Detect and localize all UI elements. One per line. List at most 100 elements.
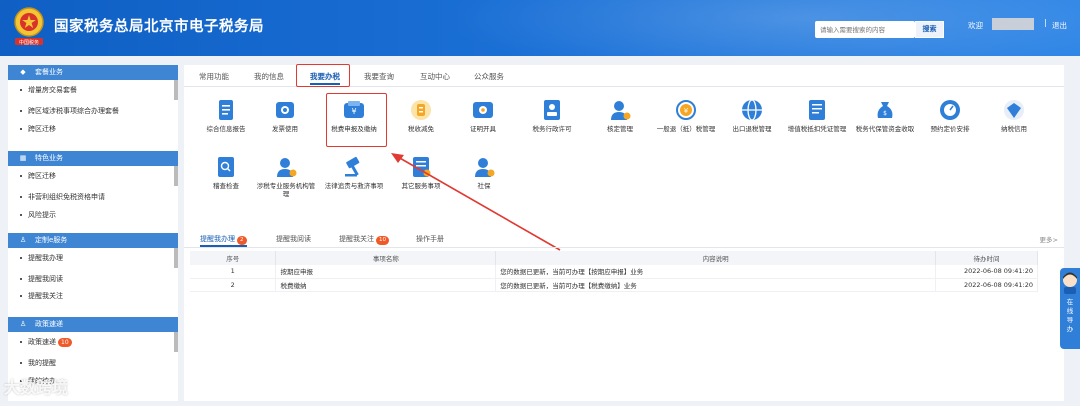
tile-certificate[interactable]: 证明开具 xyxy=(453,98,513,133)
sidebar-item[interactable]: 增量房交易套餐 xyxy=(8,80,178,101)
left-sidebar: ◆ 套餐业务 增量房交易套餐 跨区域涉税事项综合办理套餐 跨区迁移 ▦ 特色业务 跨… xyxy=(8,65,178,401)
tile-audit-inspection[interactable]: 稽查检查 xyxy=(196,155,256,190)
sidebar-scrollbar[interactable] xyxy=(174,332,178,352)
search-button[interactable]: 搜索 xyxy=(915,21,944,38)
table-cell: 2 xyxy=(190,278,277,292)
more-link[interactable]: 更多> xyxy=(1040,234,1058,244)
tile-administrative-license[interactable]: 税务行政许可 xyxy=(522,98,582,133)
table-row[interactable]: 2 税费缴纳 您的数据已更新，当前可办理【税费缴纳】业务 2022-06-08 … xyxy=(190,278,1038,292)
tile-label: 法律追责与救济事项 xyxy=(324,182,384,190)
money-bag-icon: $ xyxy=(872,98,898,122)
count-badge: 10 xyxy=(376,236,389,245)
sidebar-section-header[interactable]: ♙ 定制e服务 xyxy=(8,233,178,248)
sidebar-item-label: 风险提示 xyxy=(28,211,56,219)
tab-remind-read[interactable]: 提醒我阅读 xyxy=(276,233,311,247)
tab-interaction[interactable]: 互动中心 xyxy=(420,69,450,85)
site-title: 国家税务总局北京市电子税务局 xyxy=(54,19,264,35)
tile-label: 证明开具 xyxy=(470,125,496,133)
tab-my-info[interactable]: 我的信息 xyxy=(254,69,284,85)
table-cell[interactable]: 税费缴纳 xyxy=(275,278,497,292)
top-header: 中国税务 国家税务总局北京市电子税务局 搜索 欢迎 | 退出 xyxy=(0,0,1080,56)
tile-highlight-box xyxy=(326,93,387,147)
package-icon: ◆ xyxy=(20,68,26,76)
search-input[interactable] xyxy=(815,21,915,38)
logout-link[interactable]: 退出 xyxy=(1052,20,1067,31)
tile-label: 综合信息报告 xyxy=(206,125,246,133)
tile-social-security[interactable]: 社保 xyxy=(454,155,514,190)
tile-tax-reduction[interactable]: 税收减免 xyxy=(391,98,451,133)
sidebar-scrollbar[interactable] xyxy=(174,166,178,186)
table-cell[interactable]: 按期应申报 xyxy=(275,265,497,279)
section-title: 特色业务 xyxy=(35,154,63,162)
table-cell: 2022-06-08 09:41:20 xyxy=(935,278,1038,292)
tile-verification[interactable]: 核定管理 xyxy=(590,98,650,133)
tile-label: 一般退（抵）税管理 xyxy=(656,125,716,133)
tab-remind-handle[interactable]: 提醒我办理 2 xyxy=(200,233,247,247)
sidebar-item[interactable]: 提醒我办理 xyxy=(8,248,178,269)
credit-icon xyxy=(1001,98,1027,122)
tax-reduction-icon xyxy=(408,98,434,122)
header-separator: | xyxy=(1044,18,1047,27)
refund-icon: ¥ xyxy=(673,98,699,122)
voucher-icon xyxy=(804,98,830,122)
section-title: 定制e服务 xyxy=(35,236,68,244)
tab-manual[interactable]: 操作手册 xyxy=(416,233,444,247)
tax-emblem-logo: 中国税务 xyxy=(12,6,46,46)
sidebar-item[interactable]: 我的提醒 xyxy=(8,353,178,374)
tile-vat-voucher[interactable]: 增值税抵扣凭证管理 xyxy=(787,98,847,133)
tile-invoice-use[interactable]: 发票使用 xyxy=(255,98,315,133)
verify-icon xyxy=(607,98,633,122)
tile-tax-credit[interactable]: 纳税信用 xyxy=(984,98,1044,133)
tab-label: 提醒我阅读 xyxy=(276,235,311,243)
user-icon: ♙ xyxy=(19,320,27,328)
reminder-tab-bar: 提醒我办理 2 提醒我阅读 提醒我关注 10 操作手册 xyxy=(184,230,1064,248)
other-service-icon xyxy=(408,155,434,179)
tab-common[interactable]: 常用功能 xyxy=(199,69,229,85)
tab-remind-follow[interactable]: 提醒我关注 10 xyxy=(339,233,389,247)
tile-label: 其它服务事项 xyxy=(401,182,441,190)
tab-highlight-box xyxy=(296,64,350,87)
table-cell: 您的数据已更新，当前可办理【按期应申报】业务 xyxy=(495,265,937,279)
tile-comprehensive-report[interactable]: 综合信息报告 xyxy=(196,98,256,133)
sidebar-item-label: 跨区域涉税事项综合办理套餐 xyxy=(28,107,119,115)
sidebar-section-custom-service: ♙ 定制e服务 提醒我办理 提醒我阅读 提醒我关注 xyxy=(8,233,178,303)
sidebar-item[interactable]: 风险提示 xyxy=(8,208,178,222)
tile-legal-remedy[interactable]: 法律追责与救济事项 xyxy=(324,155,384,190)
sidebar-scrollbar[interactable] xyxy=(174,80,178,100)
sidebar-scrollbar[interactable] xyxy=(174,248,178,268)
tile-general-refund[interactable]: ¥ 一般退（抵）税管理 xyxy=(656,98,716,133)
sidebar-section-header[interactable]: ◆ 套餐业务 xyxy=(8,65,178,80)
tile-label: 涉税专业服务机构管理 xyxy=(256,182,316,198)
sidebar-item[interactable]: 跨区域涉税事项综合办理套餐 xyxy=(8,101,178,122)
tile-label: 发票使用 xyxy=(272,125,298,133)
count-badge: 2 xyxy=(237,236,247,245)
tile-other-services[interactable]: 其它服务事项 xyxy=(391,155,451,190)
tile-advance-pricing[interactable]: 预约定价安排 xyxy=(920,98,980,133)
pricing-icon xyxy=(937,98,963,122)
online-help-label: 在线导办 xyxy=(1066,298,1074,333)
table-cell: 2022-06-08 09:41:20 xyxy=(935,265,1038,279)
sidebar-section-special: ▦ 特色业务 跨区迁移 非营利组织免税资格申请 风险提示 xyxy=(8,151,178,222)
table-row[interactable]: 1 按期应申报 您的数据已更新，当前可办理【按期应申报】业务 2022-06-0… xyxy=(190,265,1038,279)
tile-export-refund[interactable]: 出口退税管理 xyxy=(722,98,782,133)
tile-custody-fund[interactable]: $ 税务代保管资金收取 xyxy=(855,98,915,133)
tile-label: 税收减免 xyxy=(408,125,434,133)
tile-label: 纳税信用 xyxy=(1001,125,1027,133)
tile-agency-management[interactable]: 涉税专业服务机构管理 xyxy=(256,155,316,198)
sidebar-item[interactable]: 提醒我阅读 xyxy=(8,269,178,290)
sidebar-item[interactable]: 提醒我关注 xyxy=(8,290,178,303)
sidebar-item[interactable]: 跨区迁移 xyxy=(8,122,178,136)
column-header: 序号 xyxy=(190,251,277,265)
sidebar-section-header[interactable]: ♙ 政策速递 xyxy=(8,317,178,332)
online-help-button[interactable]: 在线导办 xyxy=(1060,268,1080,349)
sidebar-section-header[interactable]: ▦ 特色业务 xyxy=(8,151,178,166)
sidebar-item[interactable]: 政策速递 10 xyxy=(8,332,178,353)
sidebar-item[interactable]: 跨区迁移 xyxy=(8,166,178,187)
sidebar-item-label: 提醒我办理 xyxy=(28,254,63,262)
sidebar-item-label: 跨区迁移 xyxy=(28,125,56,133)
todo-table: 序号 事项名称 内容说明 待办时间 1 按期应申报 您的数据已更新，当前可办理【… xyxy=(190,251,1038,292)
tab-public-service[interactable]: 公众服务 xyxy=(474,69,504,85)
sidebar-item[interactable]: 非营利组织免税资格申请 xyxy=(8,187,178,208)
tab-query[interactable]: 我要查询 xyxy=(364,69,394,85)
tab-label: 操作手册 xyxy=(416,235,444,243)
